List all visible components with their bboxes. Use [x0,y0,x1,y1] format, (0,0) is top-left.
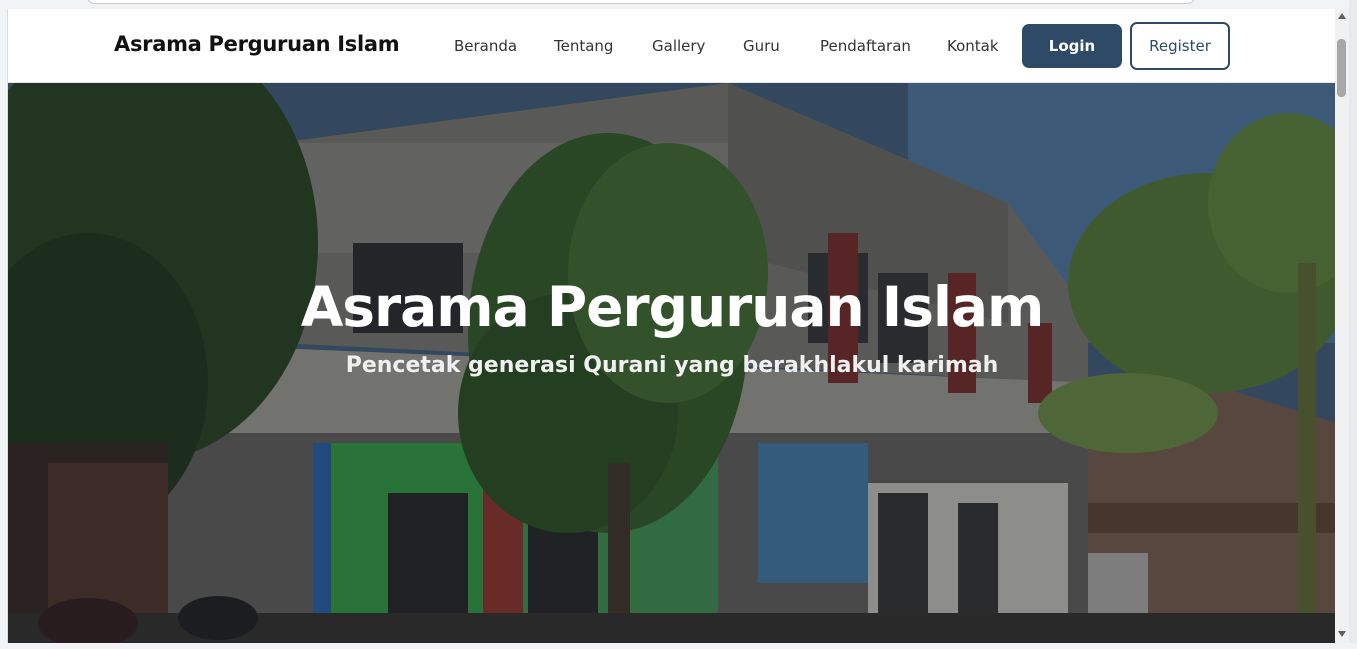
hero-section: Asrama Perguruan Islam Pencetak generasi… [8,83,1335,643]
triangle-up-icon[interactable] [1337,11,1347,21]
window-bottom-edge [0,643,1357,649]
address-bar[interactable] [86,0,1196,4]
register-button[interactable]: Register [1130,22,1230,70]
nav-link-gallery[interactable]: Gallery [652,37,743,55]
hero-title: Asrama Perguruan Islam [300,275,1045,339]
triangle-down-icon[interactable] [1337,629,1347,639]
hero-subtitle: Pencetak generasi Qurani yang berakhlaku… [345,353,999,378]
nav-link-guru[interactable]: Guru [743,37,820,55]
browser-toolbar [0,0,1357,9]
nav-link-tentang[interactable]: Tentang [554,37,652,55]
brand-logo-text[interactable]: Asrama Perguruan Islam [114,32,400,56]
nav-link-beranda[interactable]: Beranda [454,37,554,55]
scrollbar-thumb[interactable] [1337,39,1346,97]
navbar: Asrama Perguruan Islam Beranda Tentang G… [8,9,1335,83]
nav-link-pendaftaran[interactable]: Pendaftaran [820,37,947,55]
vertical-scrollbar[interactable] [1335,9,1349,643]
nav-link-kontak[interactable]: Kontak [947,37,1007,55]
window-edge [1349,0,1357,649]
nav-links: Beranda Tentang Gallery Guru Pendaftaran… [454,37,1007,55]
login-button[interactable]: Login [1022,24,1122,68]
page-viewport: Asrama Perguruan Islam Beranda Tentang G… [7,9,1335,643]
